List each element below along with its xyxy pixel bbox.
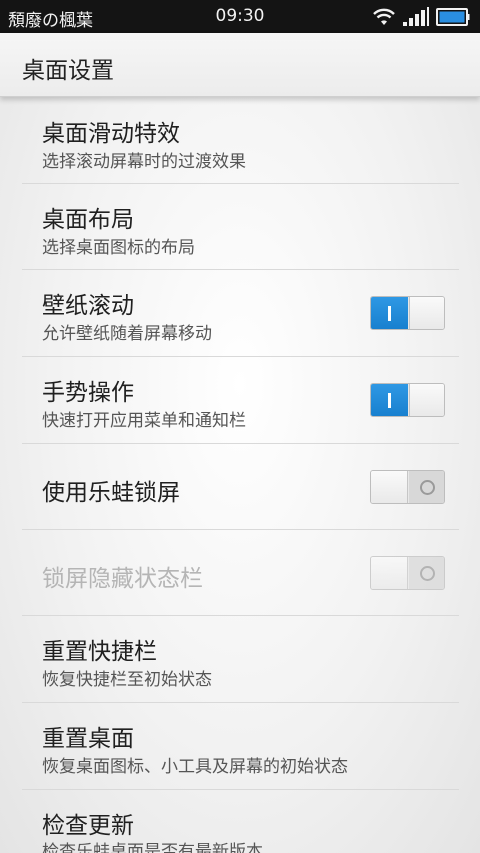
setting-reset-dock[interactable]: 重置快捷栏 恢复快捷栏至初始状态 [22,616,459,703]
page-header: 桌面设置 [0,33,480,97]
setting-gesture-operation[interactable]: 手势操作 快速打开应用菜单和通知栏 [22,357,459,444]
setting-desktop-slide-effect[interactable]: 桌面滑动特效 选择滚动屏幕时的过渡效果 [22,98,459,184]
setting-title: 壁纸滚动 [42,293,134,319]
setting-use-lewa-lockscreen[interactable]: 使用乐蛙锁屏 [22,444,459,530]
setting-reset-desktop[interactable]: 重置桌面 恢复桌面图标、小工具及屏幕的初始状态 [22,703,459,790]
status-bar: 頽廢の楓葉 09:30 [0,0,480,33]
page-title: 桌面设置 [22,58,114,84]
setting-subtitle: 快速打开应用菜单和通知栏 [42,411,246,431]
setting-title: 重置桌面 [42,726,134,752]
settings-list: 桌面滑动特效 选择滚动屏幕时的过渡效果 桌面布局 选择桌面图标的布局 壁纸滚动 … [22,98,459,853]
setting-check-update[interactable]: 检查更新 检查乐蛙桌面是否有最新版本 [22,790,459,853]
setting-desktop-layout[interactable]: 桌面布局 选择桌面图标的布局 [22,184,459,270]
setting-subtitle: 恢复快捷栏至初始状态 [42,670,212,690]
setting-title: 桌面滑动特效 [42,121,180,147]
hide-statusbar-toggle [370,556,445,590]
setting-title: 手势操作 [42,380,134,406]
wallpaper-scroll-toggle[interactable] [370,296,445,330]
signal-icon [403,7,429,26]
gesture-operation-toggle[interactable] [370,383,445,417]
setting-lockscreen-hide-statusbar: 锁屏隐藏状态栏 [22,530,459,616]
setting-subtitle: 选择滚动屏幕时的过渡效果 [42,152,246,172]
setting-wallpaper-scroll[interactable]: 壁纸滚动 允许壁纸随着屏幕移动 [22,270,459,357]
setting-title: 锁屏隐藏状态栏 [42,566,203,592]
wifi-icon [373,8,395,25]
status-icons [372,6,470,28]
setting-title: 桌面布局 [42,207,134,233]
setting-title: 重置快捷栏 [42,639,157,665]
setting-subtitle: 恢复桌面图标、小工具及屏幕的初始状态 [42,757,348,777]
lewa-lockscreen-toggle[interactable] [370,470,445,504]
battery-icon [436,8,470,26]
setting-title: 检查更新 [42,813,134,839]
setting-subtitle: 允许壁纸随着屏幕移动 [42,324,212,344]
setting-subtitle: 选择桌面图标的布局 [42,238,195,258]
setting-subtitle: 检查乐蛙桌面是否有最新版本 [42,842,263,853]
setting-title: 使用乐蛙锁屏 [42,480,180,506]
